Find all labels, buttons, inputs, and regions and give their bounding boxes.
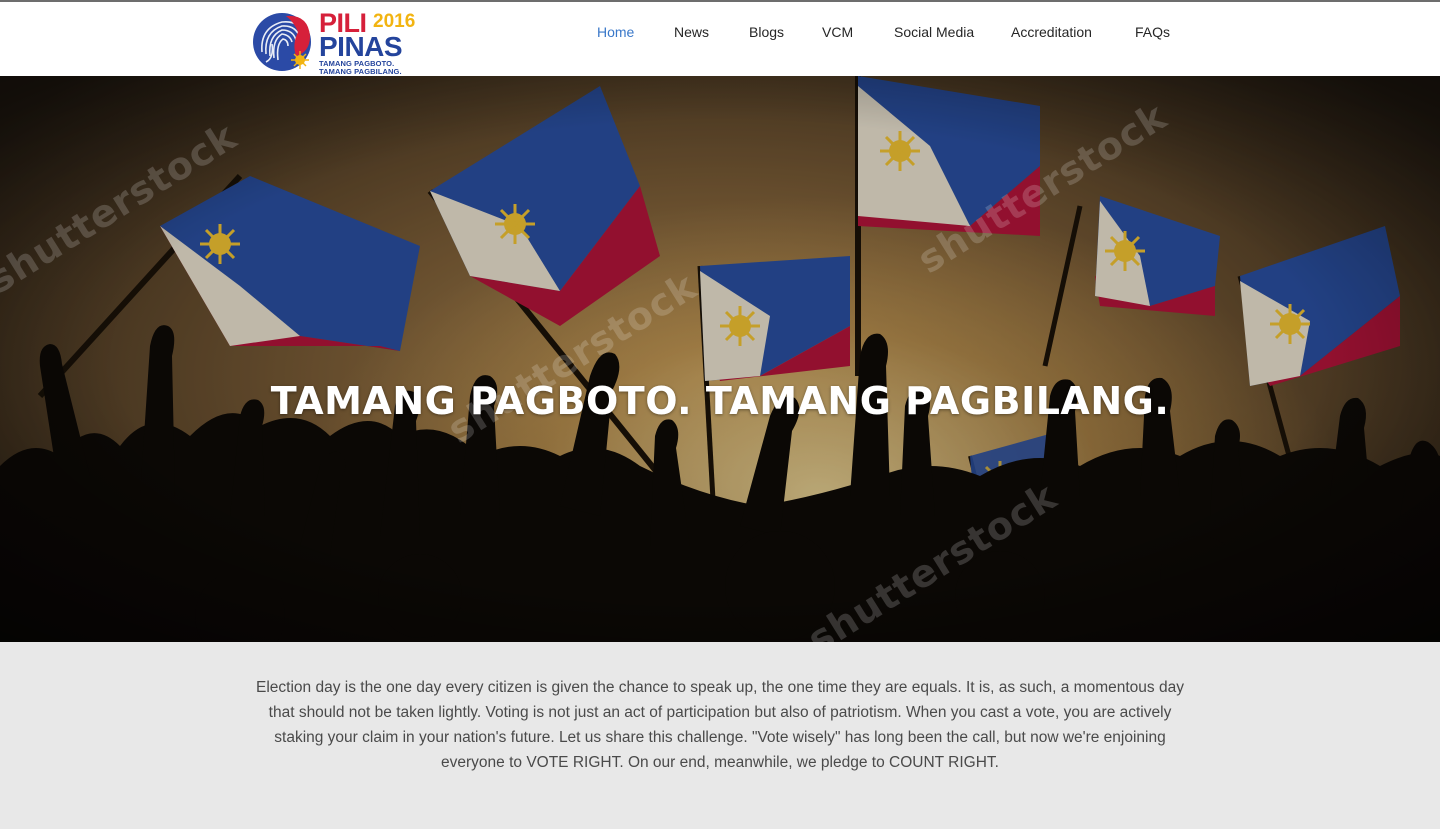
nav-blogs[interactable]: Blogs: [749, 24, 784, 40]
logo-year: 2016: [373, 11, 416, 32]
nav-home[interactable]: Home: [597, 24, 634, 40]
nav-social-media[interactable]: Social Media: [894, 24, 974, 40]
intro-paragraph: Election day is the one day every citize…: [256, 679, 1184, 771]
nav-accreditation[interactable]: Accreditation: [1011, 24, 1092, 40]
nav-news[interactable]: News: [674, 24, 709, 40]
fingerprint-icon: [253, 13, 311, 71]
nav-vcm[interactable]: VCM: [822, 24, 853, 40]
logo-tagline-2: TAMANG PAGBILANG.: [319, 67, 402, 76]
site-logo[interactable]: PILI 2016 PINAS TAMANG PAGBOTO. TAMANG P…: [252, 8, 432, 76]
intro-section: Election day is the one day every citize…: [0, 642, 1440, 829]
nav-faqs[interactable]: FAQs: [1135, 24, 1170, 40]
logo-word-pinas: PINAS: [319, 31, 403, 62]
site-header: PILI 2016 PINAS TAMANG PAGBOTO. TAMANG P…: [0, 2, 1440, 76]
hero-title: TAMANG PAGBOTO. TAMANG PAGBILANG.: [270, 379, 1170, 424]
hero-banner: shutterstock shutterstock shutterstock s…: [0, 76, 1440, 642]
